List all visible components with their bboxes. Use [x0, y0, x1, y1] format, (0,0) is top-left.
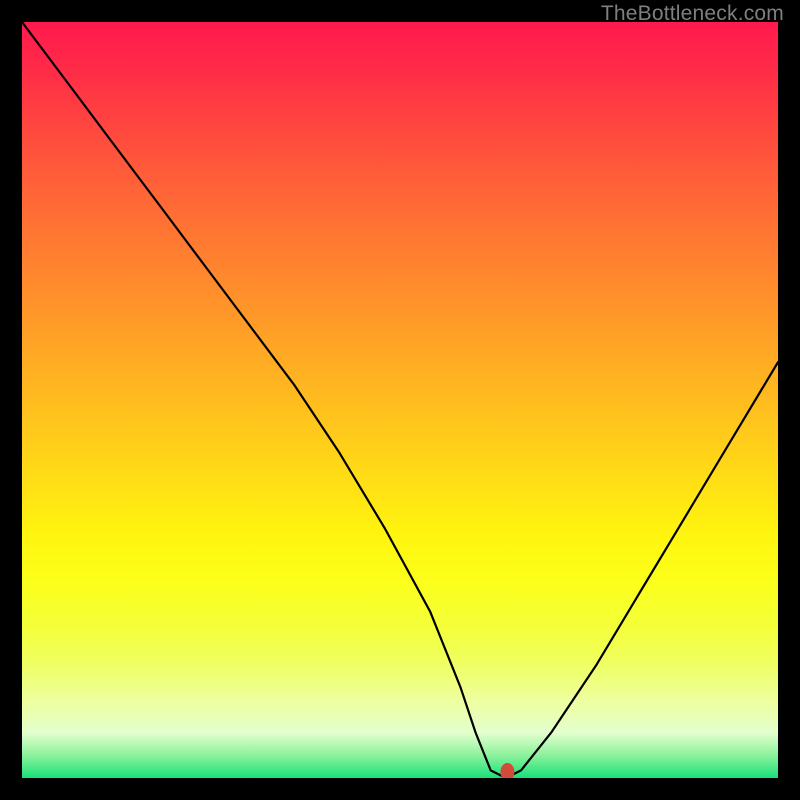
watermark-text: TheBottleneck.com — [601, 2, 784, 26]
curve-marker — [500, 763, 514, 778]
curve-svg — [22, 22, 778, 778]
chart-frame: TheBottleneck.com — [0, 0, 800, 800]
bottleneck-curve — [22, 22, 778, 778]
plot-area — [22, 22, 778, 778]
